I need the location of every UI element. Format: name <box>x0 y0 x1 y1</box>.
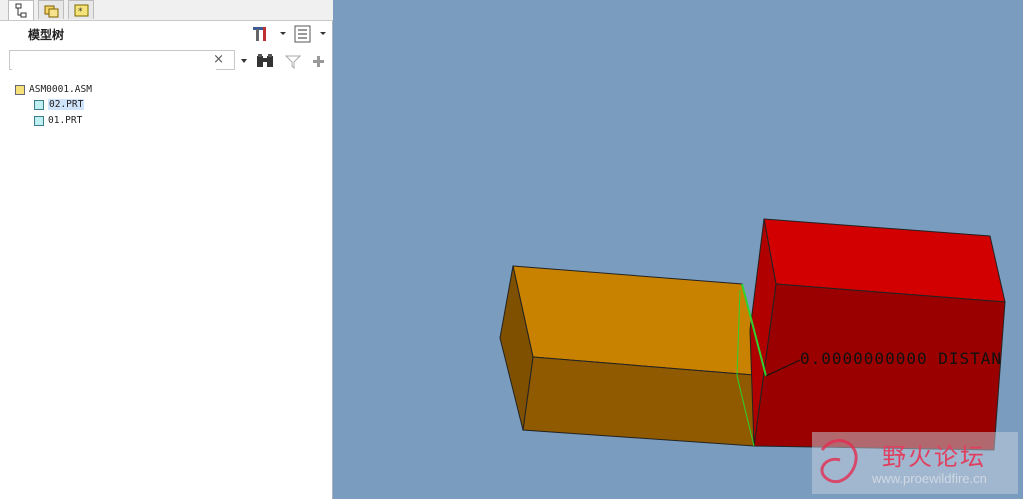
watermark-name: 野火论坛 <box>882 443 986 471</box>
watermark-url: www.proewildfire.cn <box>872 471 987 486</box>
dimension-readout: 0.0000000000 DISTAN <box>800 349 1003 368</box>
model-geometry[interactable] <box>0 0 1023 499</box>
